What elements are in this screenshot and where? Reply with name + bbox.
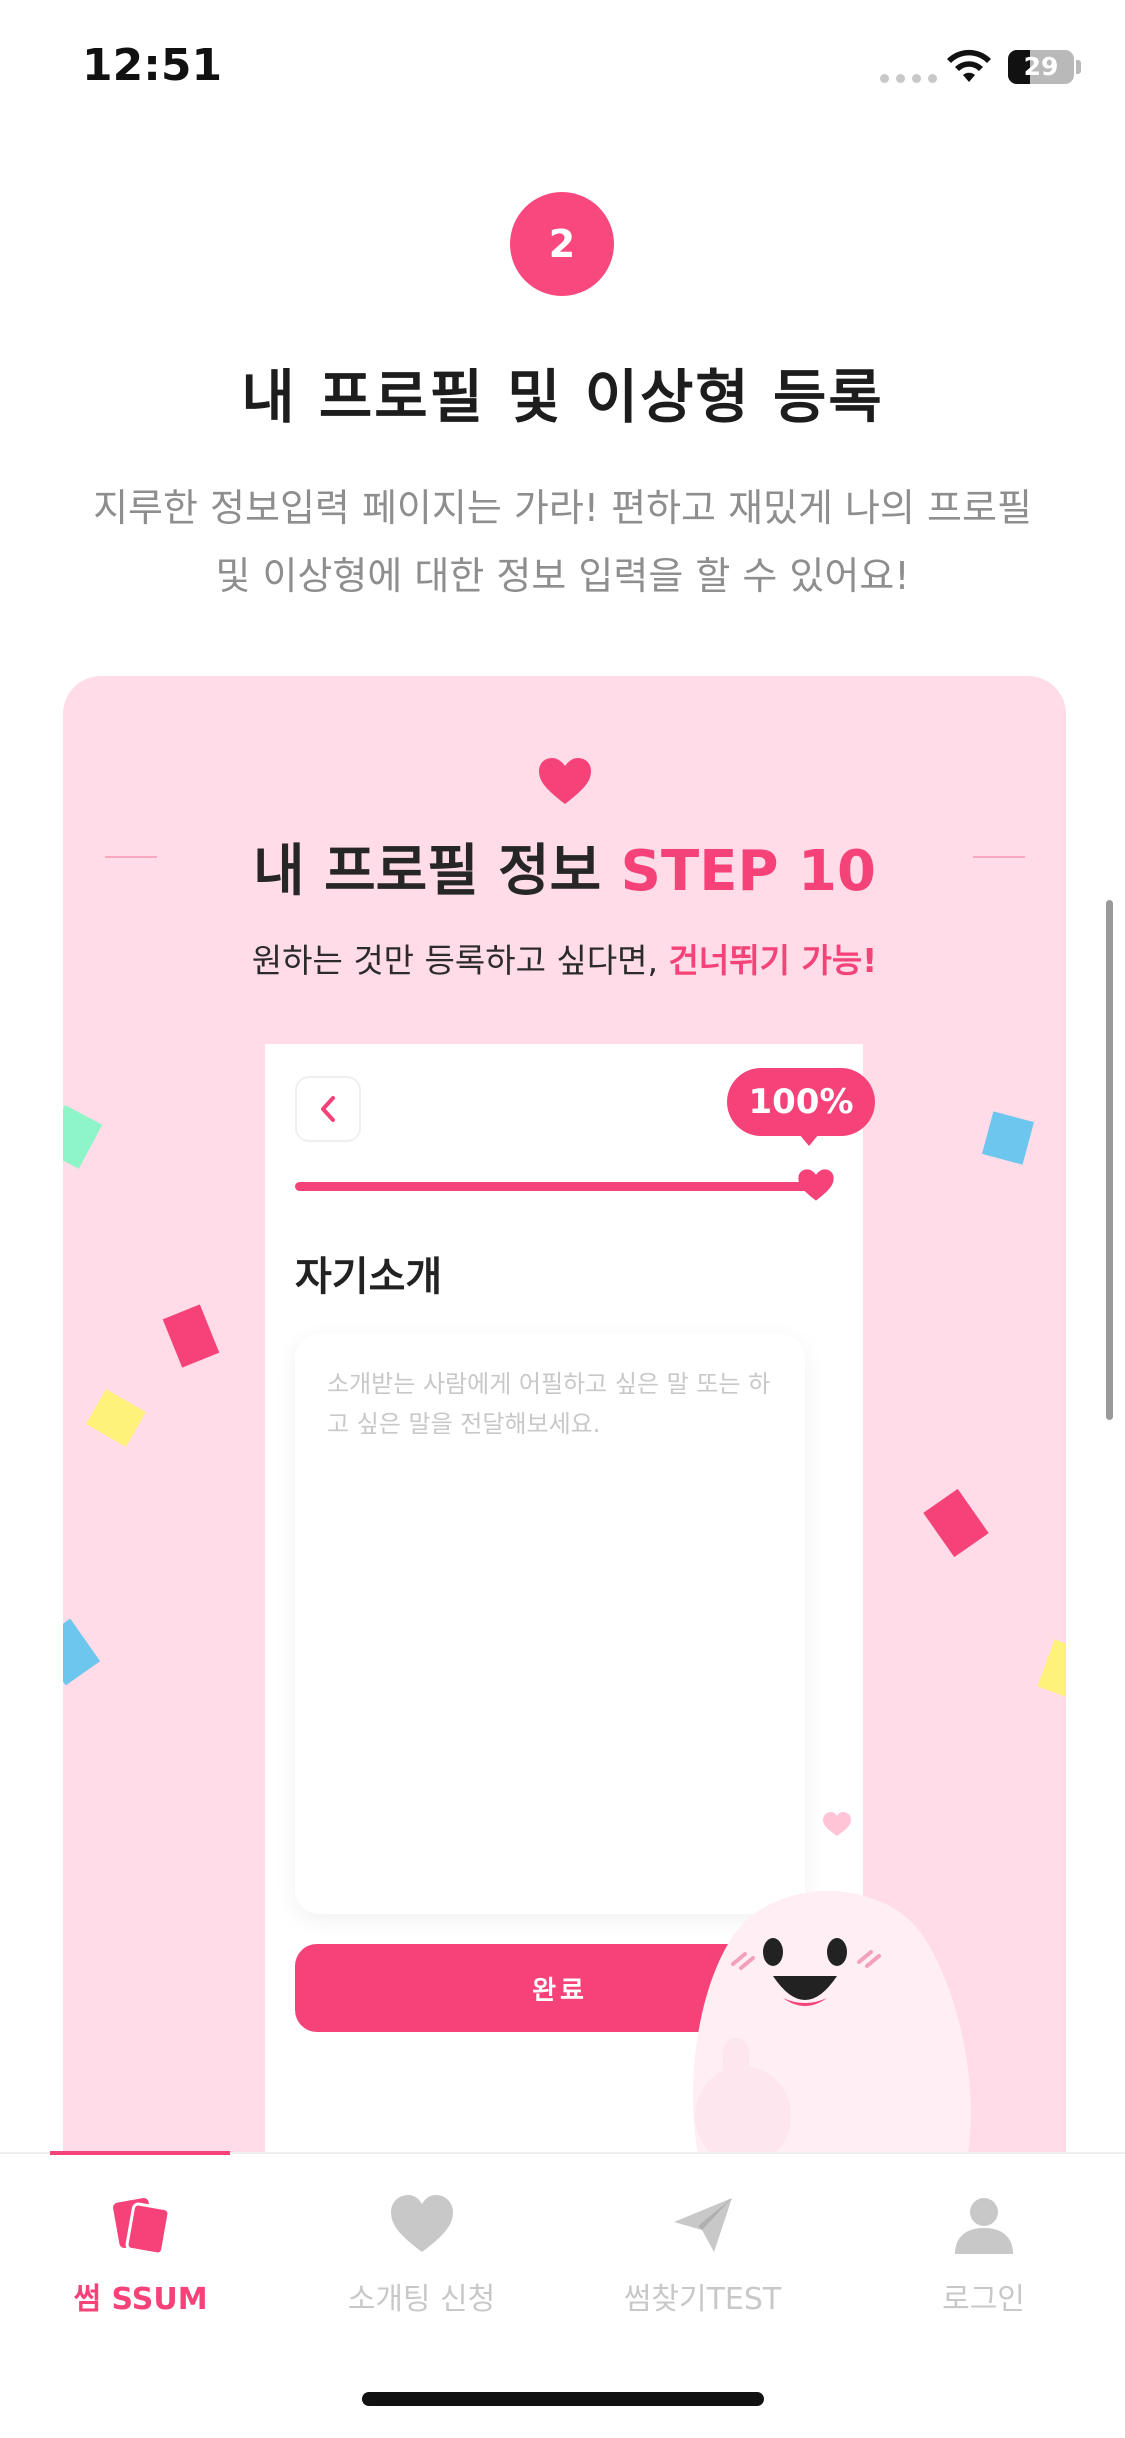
skip-available-text: 건너뛰기 가능! <box>668 941 878 980</box>
card-title-text: 내 프로필 정보 <box>253 839 621 904</box>
step-number-badge: 2 <box>510 192 614 296</box>
progress-bar <box>295 1182 815 1191</box>
tab-ssum[interactable]: 썸 SSUM <box>0 2174 281 2317</box>
confetti-mint <box>63 1105 103 1169</box>
paper-plane-icon <box>674 2198 732 2252</box>
battery-level: 29 <box>1023 52 1059 81</box>
cards-icon <box>113 2198 171 2256</box>
cellular-signal-icon <box>880 74 937 83</box>
status-time: 12:51 <box>82 40 223 91</box>
confetti-blue <box>63 1618 101 1686</box>
section-label: 자기소개 <box>295 1254 443 1300</box>
heart-icon <box>391 2195 453 2252</box>
battery-cap <box>1076 60 1081 74</box>
chevron-left-icon <box>321 1096 335 1122</box>
progress-heart-icon <box>798 1169 834 1201</box>
page-description: 지루한 정보입력 페이지는 가라! 편하고 재밌게 나의 프로필 및 이상형에 … <box>93 486 1032 598</box>
card-title-step: STEP 10 <box>620 839 876 904</box>
back-button[interactable] <box>295 1076 361 1142</box>
confetti-pink <box>162 1304 220 1368</box>
confetti-yellow-right <box>1037 1639 1066 1699</box>
progress-fill <box>295 1182 815 1191</box>
home-indicator[interactable] <box>362 2392 764 2406</box>
tab-blind-date[interactable]: 소개팅 신청 <box>281 2174 562 2317</box>
card-title: 내 프로필 정보 STEP 10 <box>63 826 1066 907</box>
tab-label: 썸 SSUM <box>73 2282 208 2317</box>
tab-label: 소개팅 신청 <box>347 2282 496 2317</box>
status-bar: 12:51 29 <box>0 0 1125 140</box>
confetti-blue-right <box>982 1111 1034 1165</box>
tab-label: 로그인 <box>942 2282 1025 2317</box>
person-icon <box>955 2198 1013 2254</box>
tab-label: 썸찾기TEST <box>623 2282 782 2317</box>
heart-icon <box>539 758 591 804</box>
progress-bubble-tail <box>799 1134 819 1146</box>
card-subtitle-text: 원하는 것만 등록하고 싶다면, <box>251 941 669 980</box>
active-tab-indicator <box>50 2151 230 2155</box>
mascot-illustration <box>693 1812 971 2156</box>
tab-login[interactable]: 로그인 <box>843 2174 1124 2317</box>
battery-icon: 29 <box>1008 50 1074 84</box>
confetti-pink-right <box>923 1488 989 1558</box>
promo-card: 내 프로필 정보 STEP 10 원하는 것만 등록하고 싶다면, 건너뛰기 가… <box>63 676 1066 2156</box>
card-subtitle: 원하는 것만 등록하고 싶다면, 건너뛰기 가능! <box>63 934 1066 982</box>
tab-ssum-test[interactable]: 썸찾기TEST <box>562 2174 843 2317</box>
progress-percent: 100% <box>727 1068 875 1136</box>
page-title: 내 프로필 및 이상형 등록 <box>241 363 884 431</box>
wifi-icon <box>947 49 991 82</box>
confetti-yellow <box>86 1389 146 1447</box>
scrollbar[interactable] <box>1106 900 1113 1420</box>
